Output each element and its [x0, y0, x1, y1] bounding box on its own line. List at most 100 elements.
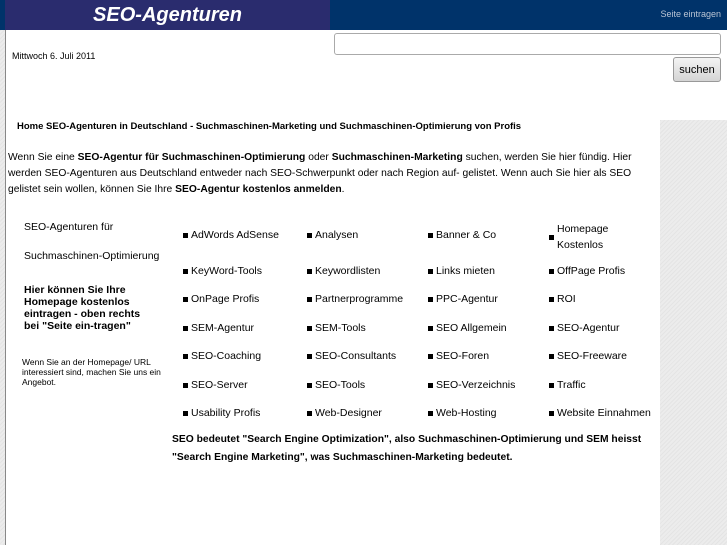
- sidebar-offer: Wenn Sie an der Homepage/ URL interessie…: [22, 357, 161, 387]
- category-link[interactable]: SEO-Consultants: [307, 350, 396, 362]
- bullet-icon: [307, 296, 312, 302]
- bullet-icon: [549, 234, 554, 240]
- category-link-label: SEM-Tools: [315, 322, 366, 334]
- seite-eintragen-link[interactable]: Seite eintragen: [660, 9, 721, 19]
- bullet-icon: [307, 353, 312, 359]
- category-link-label: Analysen: [315, 229, 359, 241]
- seo-info: SEO bedeutet "Search Engine Optimization…: [172, 434, 642, 463]
- category-link[interactable]: SEO-Foren: [428, 350, 489, 362]
- bullet-icon: [183, 232, 188, 238]
- category-link-label: SEO Allgemein: [436, 322, 507, 334]
- bullet-icon: [428, 382, 433, 388]
- bullet-icon: [428, 353, 433, 359]
- category-link-label: KeyWord-Tools: [191, 265, 262, 277]
- bullet-icon: [549, 325, 554, 331]
- category-link[interactable]: SEO-Server: [183, 379, 248, 391]
- bold-text: SEO-Agentur für Suchmaschinen-Optimierun…: [77, 152, 306, 163]
- bullet-icon: [428, 410, 433, 416]
- bullet-icon: [428, 325, 433, 331]
- bullet-icon: [183, 382, 188, 388]
- category-link[interactable]: Homepage Kostenlos: [549, 221, 617, 253]
- bullet-icon: [183, 410, 188, 416]
- category-link[interactable]: Website Einnahmen: [549, 407, 651, 419]
- category-link[interactable]: SEM-Tools: [307, 322, 366, 334]
- bullet-icon: [549, 410, 554, 416]
- divider: [5, 30, 6, 545]
- logo[interactable]: SEO-Agenturen: [5, 0, 330, 30]
- category-link[interactable]: Analysen: [307, 229, 358, 241]
- category-link-label: SEO-Coaching: [191, 350, 262, 362]
- category-link[interactable]: Web-Hosting: [428, 407, 497, 419]
- category-link[interactable]: Usability Profis: [183, 407, 260, 419]
- date: Mittwoch 6. Juli 2011: [12, 51, 96, 61]
- category-link-label: OffPage Profis: [557, 265, 626, 277]
- search-input[interactable]: [334, 33, 721, 55]
- category-link[interactable]: Keywordlisten: [307, 265, 380, 277]
- category-link[interactable]: Traffic: [549, 379, 586, 391]
- category-link[interactable]: SEM-Agentur: [183, 322, 254, 334]
- category-link[interactable]: Partnerprogramme: [307, 293, 403, 305]
- bullet-icon: [183, 268, 188, 274]
- bullet-icon: [549, 353, 554, 359]
- bullet-icon: [183, 353, 188, 359]
- search-button[interactable]: suchen: [673, 57, 721, 82]
- category-link[interactable]: OffPage Profis: [549, 265, 625, 277]
- category-link-label: ROI: [557, 293, 576, 305]
- category-link[interactable]: SEO-Verzeichnis: [428, 379, 515, 391]
- category-link[interactable]: PPC-Agentur: [428, 293, 498, 305]
- text: .: [341, 184, 345, 195]
- page-title: Home SEO-Agenturen in Deutschland - Such…: [17, 121, 522, 132]
- category-link[interactable]: OnPage Profis: [183, 293, 259, 305]
- category-link-label: AdWords AdSense: [191, 229, 279, 241]
- category-link-label: SEO-Foren: [436, 350, 490, 362]
- category-link-label: SEO-Server: [191, 379, 248, 391]
- bullet-icon: [428, 232, 433, 238]
- bullet-icon: [307, 232, 312, 238]
- category-link[interactable]: SEO Allgemein: [428, 322, 507, 334]
- category-link-label: Homepage Kostenlos: [557, 223, 609, 251]
- bullet-icon: [428, 296, 433, 302]
- category-link-label: SEO-Tools: [315, 379, 366, 391]
- header: SEO-Agenturen Seite eintragen: [0, 0, 727, 30]
- category-link[interactable]: SEO-Agentur: [549, 322, 619, 334]
- bullet-icon: [183, 325, 188, 331]
- category-link[interactable]: Banner & Co: [428, 229, 496, 241]
- register-link[interactable]: SEO-Agentur kostenlos anmelden: [175, 184, 342, 195]
- category-link-label: OnPage Profis: [191, 293, 260, 305]
- intro-text: Wenn Sie eine SEO-Agentur für Suchmaschi…: [8, 150, 658, 198]
- bold-text: Suchmaschinen-Marketing: [331, 152, 463, 163]
- category-link[interactable]: SEO-Freeware: [549, 350, 627, 362]
- category-link-label: Keywordlisten: [315, 265, 381, 277]
- bullet-icon: [307, 325, 312, 331]
- bullet-icon: [549, 268, 554, 274]
- bullet-icon: [183, 296, 188, 302]
- bullet-icon: [549, 382, 554, 388]
- category-link[interactable]: KeyWord-Tools: [183, 265, 262, 277]
- category-link[interactable]: Web-Designer: [307, 407, 382, 419]
- category-link-label: SEM-Agentur: [191, 322, 255, 334]
- category-link[interactable]: AdWords AdSense: [183, 229, 279, 241]
- right-column: [660, 120, 727, 545]
- category-link-label: Banner & Co: [436, 229, 497, 241]
- sidebar-notice: Hier können Sie Ihre Homepage kostenlos …: [24, 284, 141, 332]
- category-link-label: SEO-Verzeichnis: [436, 379, 516, 391]
- category-link[interactable]: SEO-Tools: [307, 379, 365, 391]
- text: Wenn Sie eine: [8, 152, 78, 163]
- text: oder: [305, 152, 332, 163]
- bullet-icon: [307, 268, 312, 274]
- category-link[interactable]: SEO-Coaching: [183, 350, 261, 362]
- category-link[interactable]: ROI: [549, 293, 576, 305]
- category-link-label: PPC-Agentur: [436, 293, 498, 305]
- category-link-label: SEO-Consultants: [315, 350, 397, 362]
- sidebar-heading: Suchmaschinen-Optimierung: [24, 250, 160, 262]
- category-link-label: Web-Hosting: [436, 407, 497, 419]
- sidebar-heading: SEO-Agenturen für: [24, 221, 114, 233]
- category-link-label: SEO-Agentur: [557, 322, 620, 334]
- category-link-label: Usability Profis: [191, 407, 261, 419]
- category-link-label: Links mieten: [436, 265, 495, 277]
- category-link-label: SEO-Freeware: [557, 350, 628, 362]
- category-link-label: Website Einnahmen: [557, 407, 651, 419]
- bullet-icon: [307, 410, 312, 416]
- bullet-icon: [549, 296, 554, 302]
- category-link[interactable]: Links mieten: [428, 265, 495, 277]
